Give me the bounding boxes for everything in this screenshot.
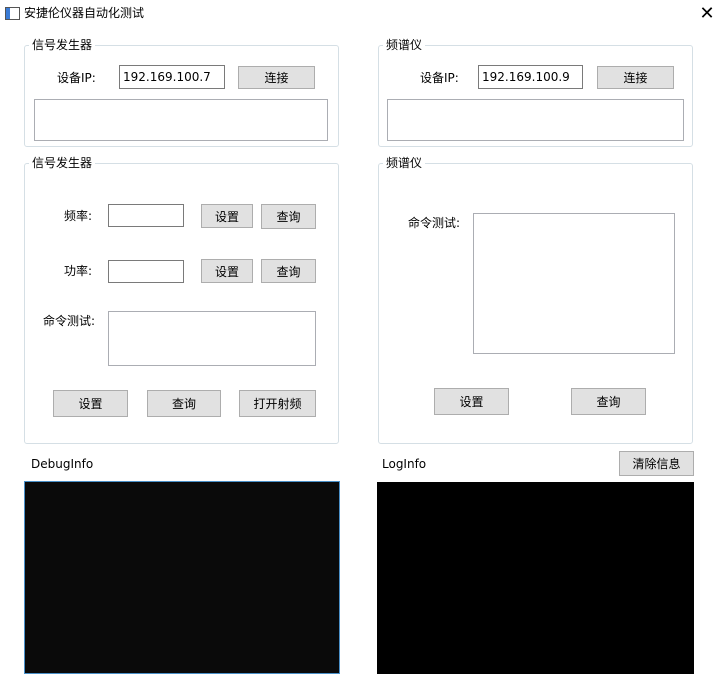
log-info-label: LogInfo (382, 457, 427, 471)
debug-info-label: DebugInfo (31, 457, 94, 471)
spec-status-textbox[interactable] (387, 99, 684, 141)
power-set-button[interactable]: 设置 (201, 259, 253, 283)
frequency-input[interactable] (108, 204, 184, 227)
spec-connect-button[interactable]: 连接 (597, 66, 674, 89)
title-bar: 安捷伦仪器自动化测试 ✕ (0, 0, 722, 28)
siggen-command-textbox[interactable] (108, 311, 316, 366)
siggen-ip-label: 设备IP: (57, 71, 96, 85)
siggen-connect-button[interactable]: 连接 (238, 66, 315, 89)
log-info-console[interactable] (377, 482, 694, 674)
siggen-connect-legend: 信号发生器 (29, 37, 96, 53)
spec-command-label: 命令测试: (408, 216, 461, 230)
spec-command-textbox[interactable] (473, 213, 675, 354)
frequency-label: 频率: (64, 209, 93, 223)
siggen-status-textbox[interactable] (34, 99, 328, 141)
rf-on-button[interactable]: 打开射频 (239, 390, 316, 417)
close-icon[interactable]: ✕ (696, 3, 718, 25)
power-label: 功率: (64, 264, 93, 278)
spec-connect-legend: 频谱仪 (383, 37, 426, 53)
spec-ip-label: 设备IP: (420, 71, 459, 85)
frequency-query-button[interactable]: 查询 (261, 204, 316, 229)
clear-info-button[interactable]: 清除信息 (619, 451, 694, 476)
siggen-query-button[interactable]: 查询 (147, 390, 221, 417)
siggen-set-button[interactable]: 设置 (53, 390, 128, 417)
spec-query-button[interactable]: 查询 (571, 388, 646, 415)
power-input[interactable] (108, 260, 184, 283)
siggen-control-legend: 信号发生器 (29, 155, 96, 171)
frequency-set-button[interactable]: 设置 (201, 204, 253, 228)
power-query-button[interactable]: 查询 (261, 259, 316, 283)
siggen-command-label: 命令测试: (43, 314, 96, 328)
spec-control-legend: 频谱仪 (383, 155, 426, 171)
spec-ip-input[interactable] (478, 65, 583, 89)
siggen-ip-input[interactable] (119, 65, 225, 89)
debug-info-console[interactable] (24, 481, 340, 674)
window-title: 安捷伦仪器自动化测试 (24, 6, 145, 20)
spec-set-button[interactable]: 设置 (434, 388, 509, 415)
app-window-icon (5, 7, 20, 20)
